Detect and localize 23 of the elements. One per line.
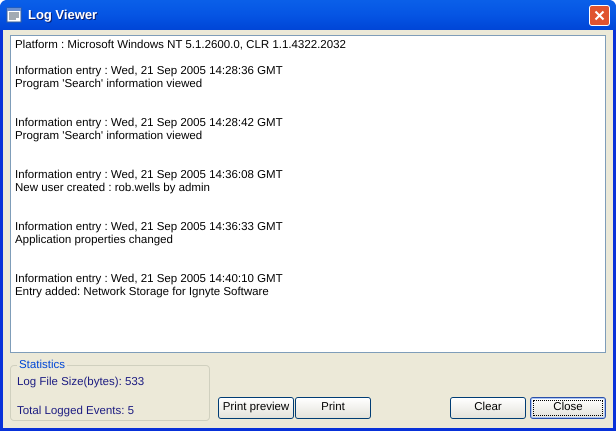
log-text-area[interactable] bbox=[10, 35, 606, 353]
log-icon bbox=[6, 7, 22, 23]
log-line: New user created : rob.wells by admin bbox=[15, 182, 211, 195]
log-line: Information entry : Wed, 21 Sep 2005 14:28:42 GMT bbox=[15, 117, 284, 130]
log-line: Program 'Search' information viewed bbox=[15, 130, 204, 143]
dialog-button[interactable]: Close bbox=[530, 397, 606, 419]
log-line: Platform : Microsoft Windows NT 5.1.2600.0, CLR 1.1.4322.2032 bbox=[15, 39, 347, 52]
log-line: Information entry : Wed, 21 Sep 2005 14:36:33 GMT bbox=[15, 221, 284, 234]
log-line: Information entry : Wed, 21 Sep 2005 14:40:10 GMT bbox=[15, 273, 284, 286]
dialog-button[interactable]: Print bbox=[295, 397, 371, 419]
close-icon bbox=[594, 10, 605, 20]
log-line: Information entry : Wed, 21 Sep 2005 14:28:36 GMT bbox=[15, 65, 284, 78]
close-button[interactable] bbox=[589, 4, 610, 26]
window-title: Log Viewer bbox=[28, 6, 98, 24]
dialog-button[interactable]: Print preview bbox=[218, 397, 294, 419]
log-line: Information entry : Wed, 21 Sep 2005 14:36:08 GMT bbox=[15, 169, 284, 182]
statistic-text: Total Logged Events: 5 bbox=[17, 404, 135, 418]
log-line: Application properties changed bbox=[15, 234, 174, 247]
log-line: Entry added: Network Storage for Ignyte Software bbox=[15, 286, 270, 299]
statistic-text: Log File Size(bytes): 533 bbox=[17, 375, 146, 390]
log-line: Program 'Search' information viewed bbox=[15, 78, 204, 91]
group-title: Statistics bbox=[18, 358, 66, 373]
dialog-button[interactable]: Clear bbox=[450, 397, 526, 419]
